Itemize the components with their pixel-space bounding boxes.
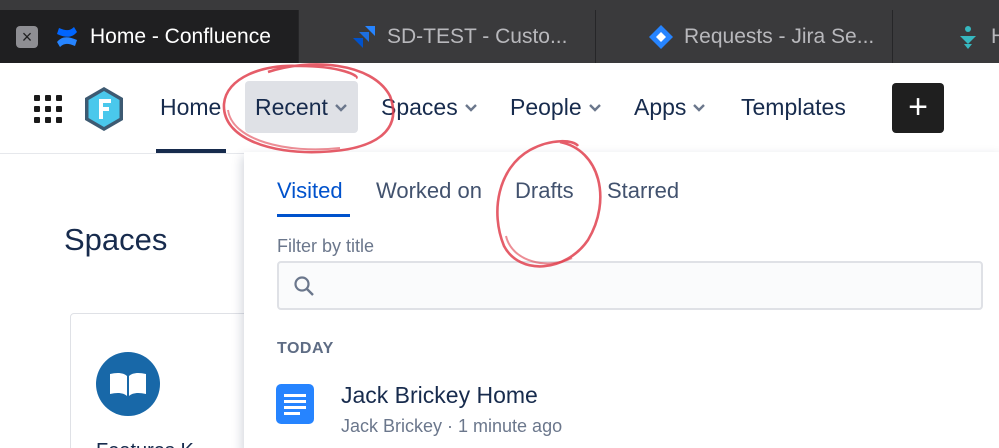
page-title: Spaces — [64, 222, 168, 257]
browser-tab-confluence[interactable]: × Home - Confluence — [0, 10, 298, 63]
nav-spaces-label: Spaces — [381, 93, 458, 120]
list-item-meta: Jack Brickey · 1 minute ago — [341, 416, 563, 436]
nav-templates[interactable]: Templates — [731, 81, 856, 133]
jira-service-icon — [649, 24, 673, 49]
browser-tab-sd-test[interactable]: SD-TEST - Custo... — [299, 10, 595, 63]
active-tab-indicator — [277, 214, 350, 217]
tab-title: Requests - Jira Se... — [684, 24, 875, 48]
tab-title: H — [991, 24, 999, 48]
plus-icon: + — [908, 88, 928, 126]
app-switcher-icon[interactable] — [34, 95, 62, 123]
filter-input[interactable] — [327, 271, 967, 301]
jira-align-icon — [960, 25, 976, 49]
chevron-down-icon — [693, 104, 706, 112]
page-icon — [276, 384, 314, 424]
browser-tab-requests[interactable]: Requests - Jira Se... — [596, 10, 892, 63]
nav-apps-label: Apps — [634, 93, 687, 120]
tab-drafts[interactable]: Drafts — [515, 178, 574, 204]
tab-close-icon[interactable]: × — [16, 25, 38, 48]
confluence-icon — [57, 26, 77, 47]
chevron-down-icon — [464, 104, 477, 112]
nav-people[interactable]: People — [500, 81, 612, 133]
nav-home-label: Home — [160, 93, 222, 120]
tab-starred[interactable]: Starred — [607, 178, 679, 204]
recent-dropdown: Visited Worked on Drafts Starred Filter … — [244, 152, 999, 448]
nav-home-active-indicator — [156, 149, 226, 153]
tab-visited[interactable]: Visited — [277, 178, 343, 204]
browser-tab-partial[interactable]: H — [893, 10, 999, 63]
section-label-today: TODAY — [277, 340, 334, 357]
nav-people-label: People — [510, 93, 582, 120]
space-card-name: Features K... — [96, 440, 211, 448]
filter-field[interactable] — [277, 261, 983, 310]
space-avatar[interactable] — [96, 352, 160, 416]
confluence-header: Home Recent Spaces People Apps Templates… — [0, 63, 999, 153]
list-item-title[interactable]: Jack Brickey Home — [341, 382, 538, 409]
create-button[interactable]: + — [892, 83, 944, 133]
browser-tab-strip: × Home - Confluence SD-TEST - Custo... R… — [0, 0, 999, 63]
tab-title: SD-TEST - Custo... — [387, 24, 568, 48]
nav-home[interactable]: Home — [150, 81, 231, 133]
search-icon — [294, 276, 314, 296]
nav-templates-label: Templates — [741, 93, 846, 120]
list-item[interactable]: Jack Brickey Home Jack Brickey · 1 minut… — [264, 374, 984, 444]
nav-recent-label: Recent — [255, 93, 328, 120]
chevron-down-icon — [335, 104, 347, 112]
nav-recent[interactable]: Recent — [245, 81, 358, 133]
chevron-down-icon — [588, 104, 601, 112]
nav-apps[interactable]: Apps — [624, 81, 716, 133]
site-logo-icon[interactable] — [82, 85, 126, 133]
tab-worked-on[interactable]: Worked on — [376, 178, 482, 204]
nav-spaces[interactable]: Spaces — [371, 81, 488, 133]
filter-label: Filter by title — [277, 236, 375, 256]
jira-icon — [353, 25, 375, 48]
book-icon — [110, 372, 146, 396]
tab-title: Home - Confluence — [90, 24, 271, 48]
